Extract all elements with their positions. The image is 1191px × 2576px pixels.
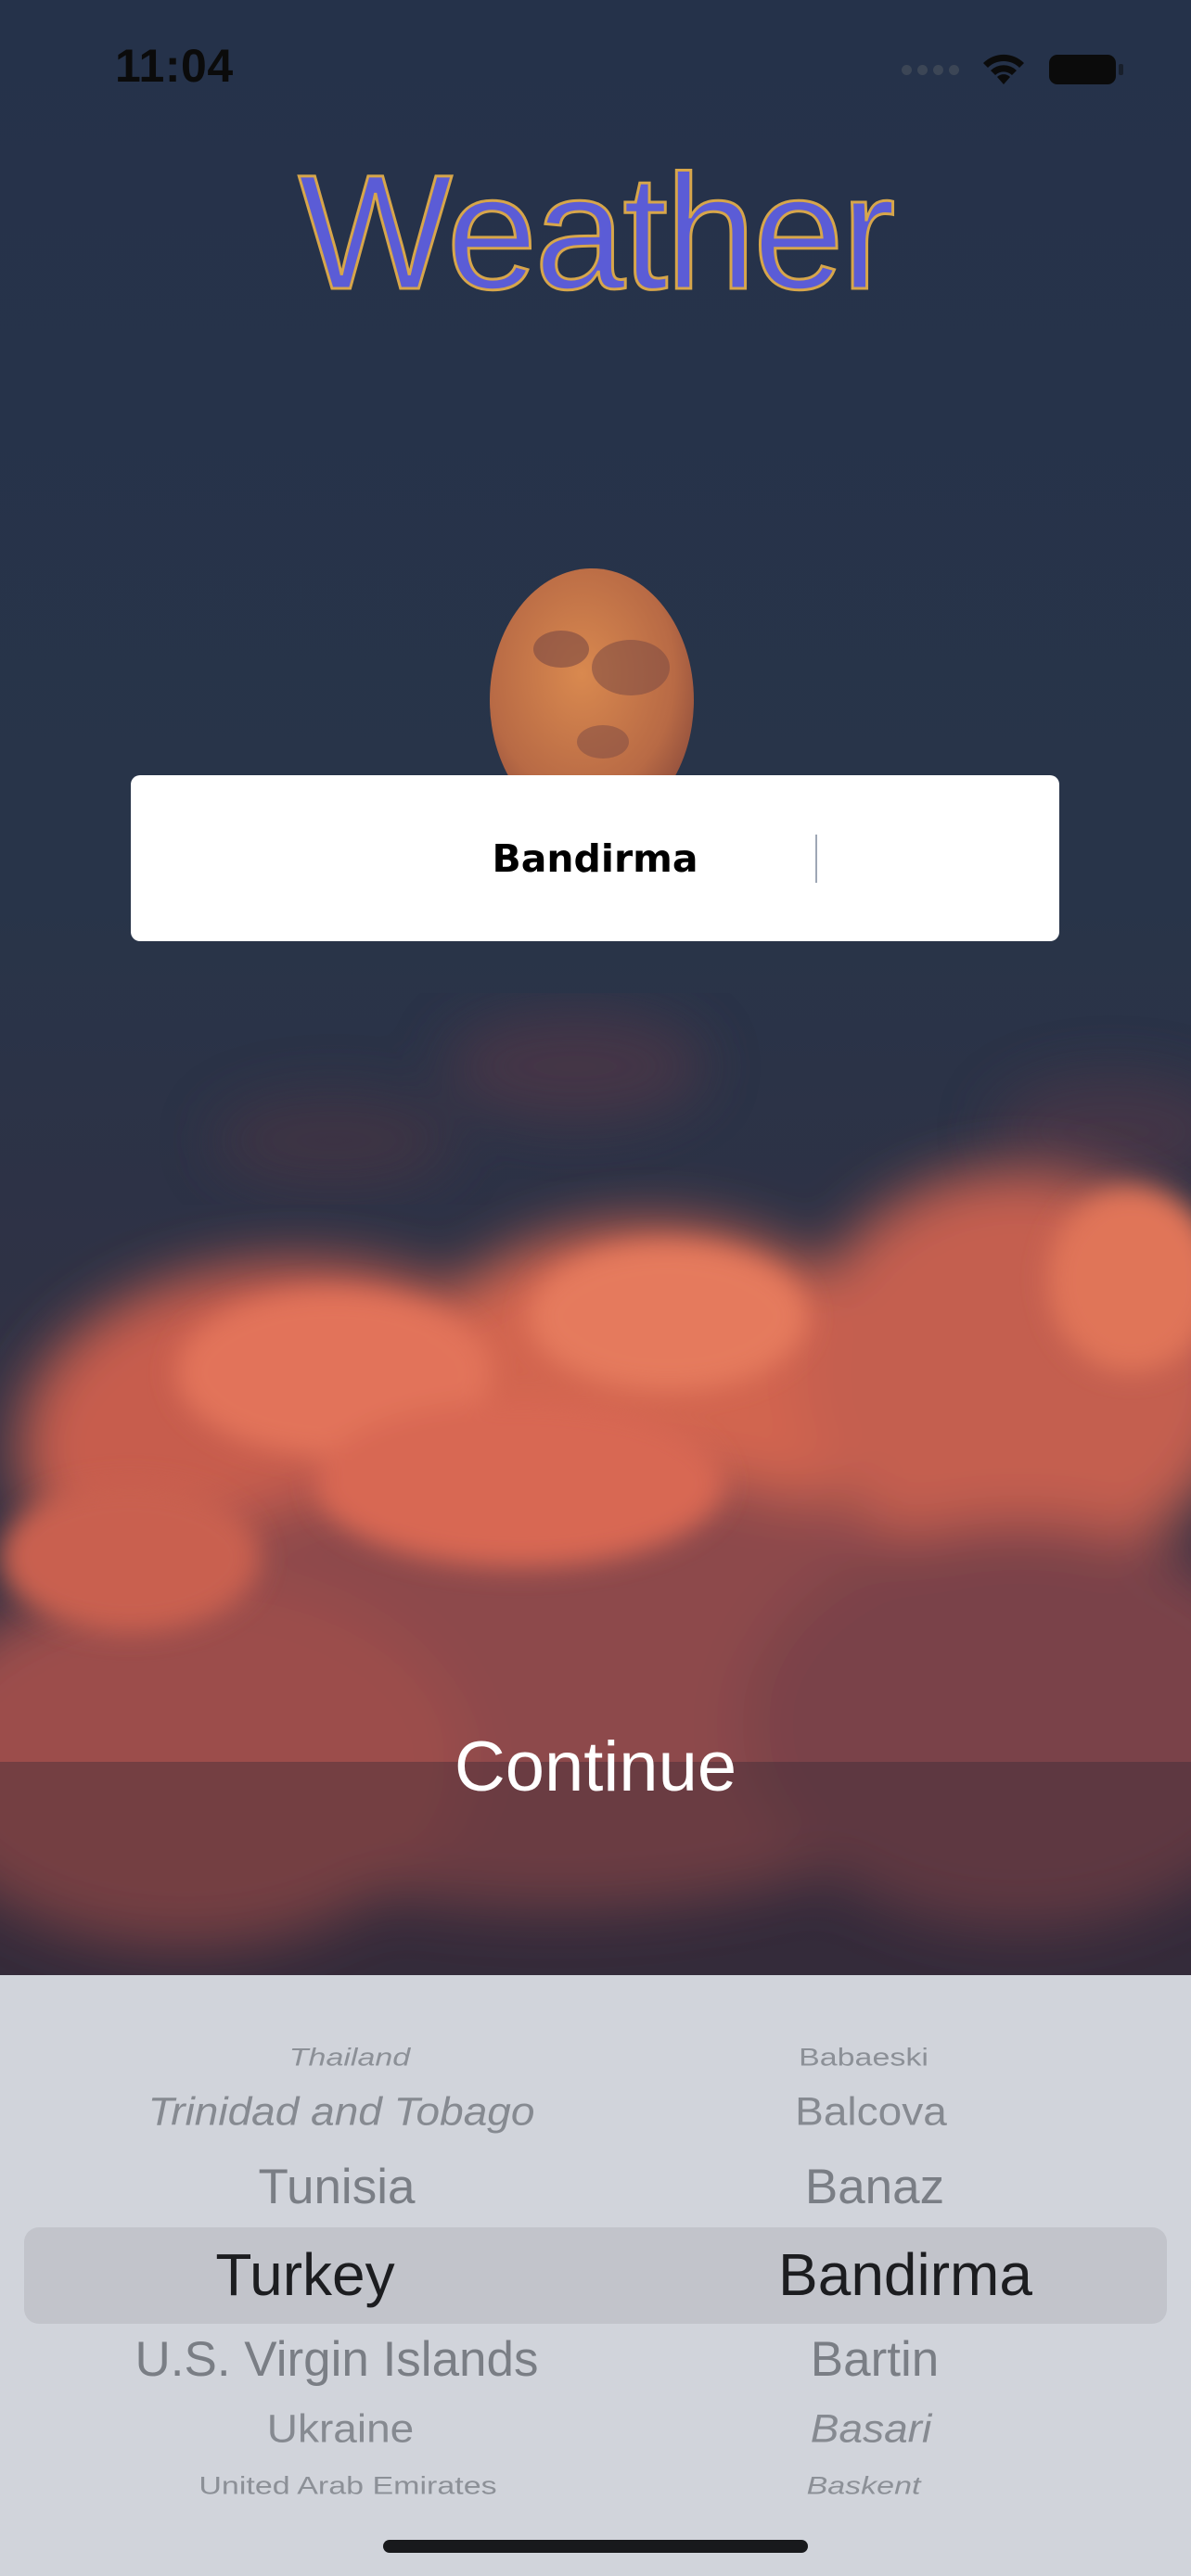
battery-icon: [1049, 55, 1123, 84]
status-time: 11:04: [115, 40, 234, 92]
status-icons: [902, 46, 1124, 93]
continue-button[interactable]: Continue: [410, 1715, 781, 1817]
home-indicator[interactable]: [383, 2540, 808, 2553]
picker-country-item[interactable]: Ukraine: [267, 2405, 415, 2452]
location-picker[interactable]: Thailand Trinidad and Tobago Tunisia Tur…: [0, 1975, 1191, 2576]
picker-country-item[interactable]: Tunisia: [259, 2159, 416, 2215]
picker-city-item[interactable]: Banaz: [805, 2159, 944, 2215]
picker-country-item[interactable]: Trinidad and Tobago: [148, 2088, 535, 2135]
picker-city-item[interactable]: Bartin: [811, 2331, 939, 2388]
picker-country-item[interactable]: U.S. Virgin Islands: [135, 2331, 539, 2388]
picker-city-item[interactable]: Babaeski: [799, 2044, 928, 2072]
app-title: Weather: [297, 141, 897, 325]
wifi-icon: [983, 54, 1024, 84]
picker-country-item[interactable]: United Arab Emirates: [198, 2472, 496, 2500]
screen: 11:04 Weather Continue Thailand Trinidad…: [0, 0, 1191, 2576]
text-caret: [815, 835, 817, 883]
cellular-signal-icon: [902, 64, 959, 75]
city-input-container[interactable]: [131, 775, 1059, 941]
picker-city-item[interactable]: Balcova: [795, 2088, 947, 2135]
picker-city-item[interactable]: Baskent: [807, 2472, 921, 2500]
picker-country-item[interactable]: Thailand: [289, 2044, 410, 2072]
city-input[interactable]: [131, 775, 1059, 941]
picker-city-item[interactable]: Basari: [811, 2405, 931, 2452]
picker-city-selected[interactable]: Bandirma: [778, 2240, 1032, 2309]
picker-country-selected[interactable]: Turkey: [215, 2240, 394, 2309]
